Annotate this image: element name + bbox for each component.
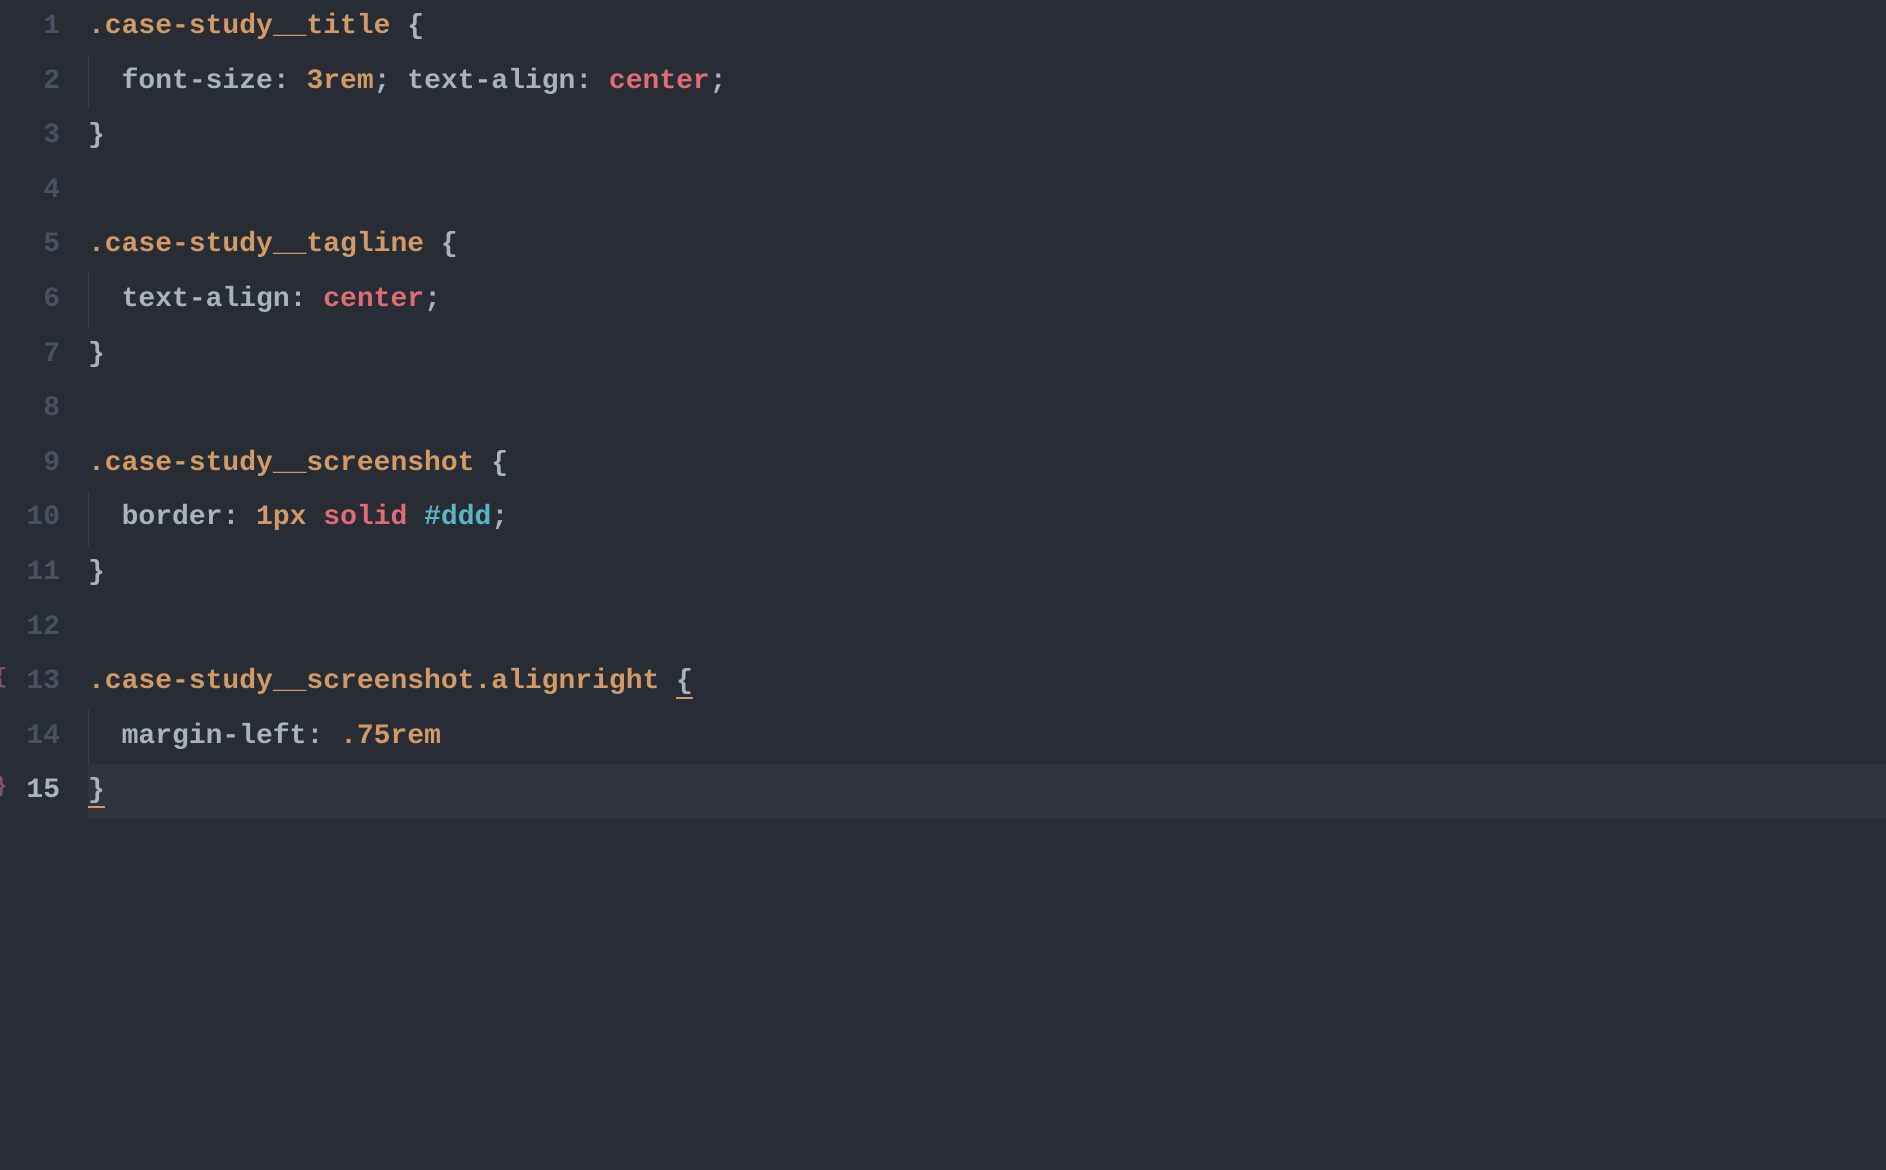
line-number: 10 xyxy=(0,491,60,546)
line-number: 6 xyxy=(0,273,60,328)
line-number: 5 xyxy=(0,218,60,273)
line-number: 13{ xyxy=(0,655,60,710)
code-line[interactable]: margin-left: .75rem xyxy=(88,710,1886,765)
token-brace: } xyxy=(88,120,105,151)
token-val: center xyxy=(609,66,710,97)
token-selector: .case-study__title xyxy=(88,11,407,42)
code-line[interactable]: .case-study__title { xyxy=(88,0,1886,55)
code-line[interactable]: border: 1px solid #ddd; xyxy=(88,491,1886,546)
indent-whitespace xyxy=(88,66,122,97)
token-punct: : xyxy=(273,66,307,97)
token-punct: ; xyxy=(424,284,441,315)
line-number: 8 xyxy=(0,382,60,437)
line-number-gutter: 12345678910111213{1415} xyxy=(0,0,80,1170)
code-line[interactable]: .case-study__tagline { xyxy=(88,218,1886,273)
token-num: 1px xyxy=(256,502,306,533)
token-val: solid xyxy=(323,502,407,533)
token-punct xyxy=(407,502,424,533)
code-area[interactable]: .case-study__title { font-size: 3rem; te… xyxy=(80,0,1886,1170)
line-number: 14 xyxy=(0,710,60,765)
token-brace: { xyxy=(407,11,424,42)
line-number: 12 xyxy=(0,601,60,656)
indent-whitespace xyxy=(88,721,122,752)
token-num: 3rem xyxy=(306,66,373,97)
code-line[interactable]: } xyxy=(88,764,1886,819)
token-punct xyxy=(306,502,323,533)
line-number: 1 xyxy=(0,0,60,55)
token-brace: { xyxy=(491,448,508,479)
code-line[interactable]: text-align: center; xyxy=(88,273,1886,328)
bracket-marker: } xyxy=(0,766,7,809)
indent-whitespace xyxy=(88,284,122,315)
token-brace: } xyxy=(88,557,105,588)
line-number: 4 xyxy=(0,164,60,219)
token-selector: .case-study__tagline xyxy=(88,229,441,260)
token-selector: .case-study__screenshot xyxy=(88,448,491,479)
code-line[interactable]: .case-study__screenshot { xyxy=(88,437,1886,492)
token-prop: margin-left xyxy=(122,721,307,752)
code-line[interactable]: } xyxy=(88,328,1886,383)
code-line[interactable]: .case-study__screenshot.alignright { xyxy=(88,655,1886,710)
line-number: 15} xyxy=(0,764,60,819)
token-punct: : xyxy=(306,721,340,752)
code-editor[interactable]: 12345678910111213{1415} .case-study__tit… xyxy=(0,0,1886,1170)
token-prop: font-size xyxy=(122,66,273,97)
token-prop: text-align xyxy=(122,284,290,315)
token-brace: } xyxy=(88,775,105,808)
line-number: 3 xyxy=(0,109,60,164)
token-selector: .case-study__screenshot.alignright xyxy=(88,666,676,697)
bracket-marker: { xyxy=(0,657,7,700)
token-punct: : xyxy=(222,502,256,533)
token-val: center xyxy=(323,284,424,315)
token-num: .75rem xyxy=(340,721,441,752)
code-line[interactable]: font-size: 3rem; text-align: center; xyxy=(88,55,1886,110)
token-punct: : xyxy=(290,284,324,315)
code-line[interactable] xyxy=(88,382,1886,437)
code-line[interactable] xyxy=(88,601,1886,656)
line-number: 7 xyxy=(0,328,60,383)
token-punct: ; xyxy=(374,66,408,97)
token-prop: border xyxy=(122,502,223,533)
code-line[interactable]: } xyxy=(88,109,1886,164)
line-number: 2 xyxy=(0,55,60,110)
token-punct: : xyxy=(575,66,609,97)
token-punct: ; xyxy=(710,66,727,97)
indent-whitespace xyxy=(88,502,122,533)
token-brace: { xyxy=(676,666,693,699)
line-number: 9 xyxy=(0,437,60,492)
code-line[interactable]: } xyxy=(88,546,1886,601)
line-number: 11 xyxy=(0,546,60,601)
token-brace: } xyxy=(88,339,105,370)
token-val-ident: #ddd xyxy=(424,502,491,533)
token-punct: ; xyxy=(491,502,508,533)
token-prop: text-align xyxy=(407,66,575,97)
code-line[interactable] xyxy=(88,164,1886,219)
token-brace: { xyxy=(441,229,458,260)
